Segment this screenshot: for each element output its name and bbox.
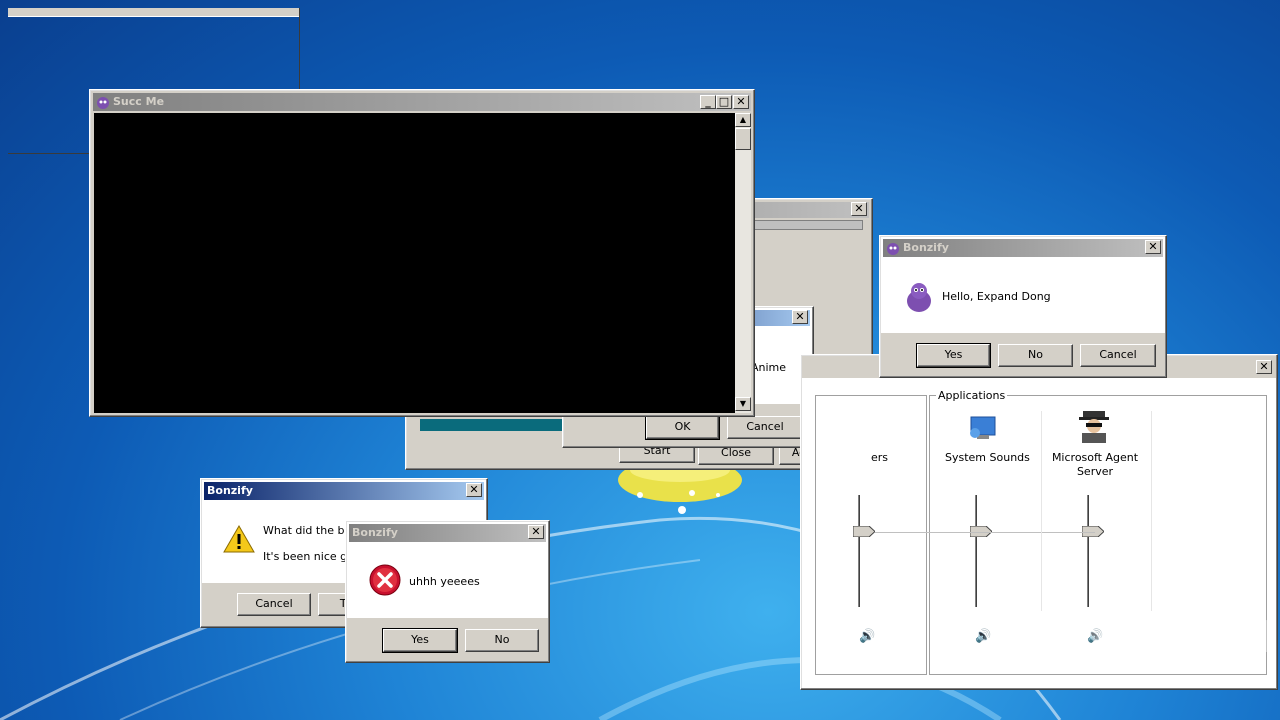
bonzify-hello-close-button[interactable]: ✕	[1145, 240, 1161, 254]
applications-label: Applications	[936, 389, 1008, 402]
bonzify-warning-line-1: What did the bea	[263, 524, 358, 537]
cancel-button[interactable]: Cancel	[727, 416, 803, 439]
succ-me-close-button[interactable]: ✕	[733, 95, 749, 109]
channel-separator-2	[1151, 411, 1152, 611]
bonzify-error-message: uhhh yeeees	[409, 575, 480, 588]
channel-link-line	[875, 532, 1095, 533]
channel-2-slider[interactable]	[975, 495, 981, 607]
channel-2-label: System Sounds	[945, 451, 1030, 464]
progress-bar	[420, 419, 570, 431]
bonzify-error-titlebar: Bonzify	[349, 524, 546, 542]
bonzi-icon	[887, 243, 899, 255]
channel-3-slider[interactable]	[1087, 495, 1093, 607]
no-button[interactable]: No	[998, 344, 1073, 367]
microsoft-agent-icon	[1079, 411, 1109, 443]
succ-me-title: Succ Me	[113, 95, 165, 108]
succ-me-window: Succ Me _ □ ✕ ▲ ▼	[89, 89, 755, 417]
watermark: ANY RUN	[1040, 612, 1279, 663]
back-dialog-close-button[interactable]: ✕	[851, 202, 867, 216]
bonzify-error-title: Bonzify	[352, 526, 398, 539]
yes-button[interactable]: Yes	[916, 343, 991, 368]
anime-dialog-close-button[interactable]: ✕	[792, 310, 808, 324]
channel-1-slider[interactable]	[858, 495, 864, 607]
channel-1-slider-thumb[interactable]	[853, 526, 875, 537]
ok-button[interactable]: OK	[645, 415, 720, 440]
bonzify-warning-titlebar: Bonzify	[204, 482, 484, 500]
bonzi-buddy-icon	[907, 283, 931, 312]
bonzify-hello-titlebar: Bonzify	[883, 239, 1163, 257]
cancel-button[interactable]: Cancel	[1080, 344, 1156, 367]
system-sounds-icon	[970, 416, 996, 439]
anime-dialog-text: Anime	[751, 361, 787, 374]
succ-me-titlebar: Succ Me	[93, 93, 751, 111]
bonzify-hello-title: Bonzify	[903, 241, 949, 254]
bonzify-warning-title: Bonzify	[207, 484, 253, 497]
bonzify-hello-window: Bonzify ✕ Hello, Expand Dong Yes No Canc…	[879, 235, 1167, 378]
no-button[interactable]: No	[465, 629, 539, 652]
bonzify-hello-message: Hello, Expand Dong	[942, 290, 1051, 303]
bonzi-icon	[97, 97, 109, 109]
error-icon	[369, 564, 401, 596]
bonzify-warning-close-button[interactable]: ✕	[466, 483, 482, 497]
channel-separator-1	[1041, 411, 1042, 611]
yes-button[interactable]: Yes	[382, 628, 458, 653]
bonzify-error-window: Bonzify ✕ uhhh yeeees Yes No	[345, 520, 550, 663]
channel-1-speaker-icon[interactable]: 🔊	[859, 629, 875, 644]
channel-3-label: Microsoft Agent Server	[1051, 451, 1139, 478]
cancel-button[interactable]: Cancel	[237, 593, 311, 616]
channel-2-speaker-icon[interactable]: 🔊	[975, 629, 991, 644]
scroll-up-button[interactable]: ▲	[735, 113, 751, 127]
console-output-area[interactable]	[94, 113, 736, 413]
warning-icon	[223, 525, 255, 553]
bonzify-error-close-button[interactable]: ✕	[528, 525, 544, 539]
scroll-down-button[interactable]: ▼	[735, 397, 751, 411]
scroll-thumb[interactable]	[735, 128, 751, 150]
minimize-button[interactable]: _	[700, 95, 716, 109]
vertical-scrollbar[interactable]: ▲ ▼	[735, 113, 751, 413]
partial-window-titlebar	[8, 8, 299, 17]
volume-mixer-close-button[interactable]: ✕	[1256, 360, 1272, 374]
maximize-button[interactable]: □	[716, 95, 732, 109]
channel-1-label: ers	[871, 451, 889, 464]
